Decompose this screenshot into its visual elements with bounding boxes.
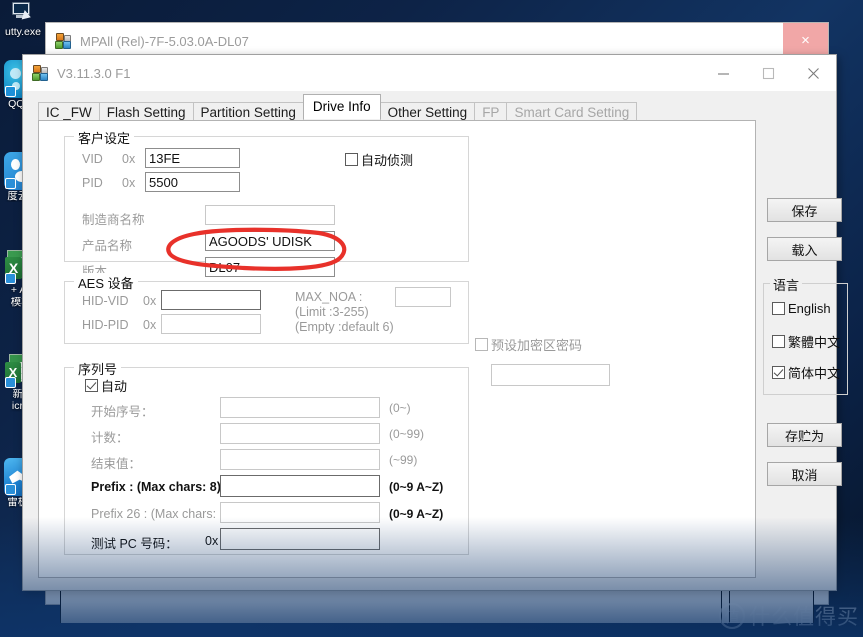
language-option-traditional-chinese[interactable]: 繁體中文: [772, 332, 840, 351]
serial-count-label: 计数：: [91, 431, 129, 445]
background-window-title: MPAll (Rel)-7F-5.03.0A-DL07: [80, 33, 249, 49]
window-body: IC _FW Flash Setting Partition Setting D…: [23, 91, 848, 590]
serial-prefix-input[interactable]: [220, 475, 380, 497]
serial-prefix26-hint: (0~9 A~Z): [389, 507, 444, 521]
watermark-logo: 值: [719, 603, 745, 629]
close-icon[interactable]: [791, 55, 836, 91]
desktop-icon-label: utty.exe: [5, 27, 41, 38]
max-noa-limit-hint: (Limit :3-255): [295, 305, 369, 319]
serial-end-input[interactable]: [220, 449, 380, 470]
serial-prefix26-label: Prefix 26 : (Max chars: 26): [91, 507, 238, 521]
preset-encryption-password-label: 预设加密区密码: [491, 338, 583, 353]
blocks-app-icon: [32, 65, 49, 81]
language-label: 繁體中文: [788, 335, 841, 350]
hid-pid-input[interactable]: [161, 314, 261, 334]
serial-count-hint: (0~99): [389, 427, 425, 441]
test-pc-number-input[interactable]: [220, 528, 380, 550]
vid-hex-prefix: 0x: [122, 152, 136, 166]
checkbox-box: [475, 338, 488, 351]
serial-auto-checkbox[interactable]: 自动: [85, 376, 127, 395]
hid-pid-label: HID-PID: [82, 318, 129, 332]
load-button[interactable]: 载入: [767, 237, 842, 261]
window-title: V3.11.3.0 F1: [57, 65, 131, 81]
tab-drive-info[interactable]: Drive Info: [302, 94, 381, 119]
tab-bar: IC _FW Flash Setting Partition Setting D…: [38, 94, 638, 123]
preset-encryption-password-input[interactable]: [491, 364, 610, 386]
vendor-name-label: 制造商名称: [82, 213, 145, 227]
watermark-text: 什么值得买: [749, 605, 859, 629]
vid-label: VID: [82, 152, 103, 166]
language-legend: 语言: [770, 275, 803, 294]
checkbox-box: [772, 366, 785, 379]
checkbox-box: [85, 379, 98, 392]
blocks-app-icon: [55, 33, 72, 49]
customer-settings-legend: 客户设定: [74, 128, 135, 147]
listview-column-separator: [729, 591, 730, 623]
auto-detect-label: 自动侦测: [361, 153, 414, 168]
checkbox-box: [772, 302, 785, 315]
save-as-button[interactable]: 存贮为: [767, 423, 842, 447]
language-group: 语言 English 繁體中文 简体中文: [763, 275, 848, 395]
serial-prefix-label: Prefix : (Max chars: 8): [91, 480, 221, 494]
serial-prefix-hint: (0~9 A~Z): [389, 480, 444, 494]
aes-device-group: AES 设备 HID-VID 0x HID-PID 0x MAX_NOA : (…: [64, 273, 469, 344]
vendor-name-input[interactable]: [205, 205, 335, 225]
test-pc-hex-prefix: 0x: [205, 534, 219, 548]
hid-vid-hex-prefix: 0x: [143, 294, 157, 308]
serial-start-hint: (0~): [389, 401, 411, 415]
minimize-icon[interactable]: [701, 55, 746, 91]
version-input[interactable]: DL07: [205, 257, 335, 277]
serial-end-label: 结束值：: [91, 457, 142, 471]
cancel-button[interactable]: 取消: [767, 462, 842, 486]
hid-vid-input[interactable]: [161, 290, 261, 310]
desktop-background: utty.exe QQ影 度云管 X + A4 模板( X: [0, 0, 863, 637]
product-name-label: 产品名称: [82, 239, 133, 253]
language-option-english[interactable]: English: [772, 301, 831, 316]
product-name-input[interactable]: AGOODS' UDISK: [205, 231, 335, 251]
pid-label: PID: [82, 176, 103, 190]
pid-input[interactable]: 5500: [145, 172, 240, 192]
max-noa-label: MAX_NOA :: [295, 290, 363, 304]
language-label: 简体中文: [788, 366, 841, 381]
serial-start-label: 开始序号：: [91, 405, 154, 419]
window-controls: [701, 55, 836, 91]
hid-pid-hex-prefix: 0x: [143, 318, 157, 332]
serial-number-group: 序列号 自动 开始序号： (0~) 计数： (0~99) 结束值： (~99) …: [64, 359, 469, 555]
serial-auto-label: 自动: [101, 379, 128, 394]
serial-end-hint: (~99): [389, 453, 418, 467]
putty-icon: [10, 2, 36, 26]
main-window-mpall-tool[interactable]: V3.11.3.0 F1 IC _FW Flash Setting Partit…: [22, 54, 848, 591]
background-listview[interactable]: [60, 591, 814, 623]
language-option-simplified-chinese[interactable]: 简体中文: [772, 363, 840, 382]
window-titlebar[interactable]: V3.11.3.0 F1: [23, 55, 836, 91]
vid-input[interactable]: 13FE: [145, 148, 240, 168]
serial-start-input[interactable]: [220, 397, 380, 418]
desktop-icon-putty[interactable]: utty.exe: [0, 2, 46, 38]
aes-device-legend: AES 设备: [74, 273, 138, 292]
checkbox-box: [772, 335, 785, 348]
serial-count-input[interactable]: [220, 423, 380, 444]
auto-detect-checkbox[interactable]: 自动侦测: [345, 150, 413, 169]
hid-vid-label: HID-VID: [82, 294, 129, 308]
background-listview-header: [60, 589, 814, 591]
background-window-close-button[interactable]: ×: [783, 23, 828, 58]
max-noa-input[interactable]: [395, 287, 451, 307]
max-noa-default-hint: (Empty :default 6): [295, 320, 394, 334]
listview-column-separator: [721, 591, 722, 623]
drive-info-panel: 客户设定 VID 0x 13FE PID 0x 5500 制造商名称 产品名称 …: [38, 120, 756, 578]
customer-settings-group: 客户设定 VID 0x 13FE PID 0x 5500 制造商名称 产品名称 …: [64, 128, 469, 279]
save-button[interactable]: 保存: [767, 198, 842, 222]
test-pc-number-label: 测试 PC 号码：: [91, 537, 178, 551]
checkbox-box: [345, 153, 358, 166]
preset-encryption-password-checkbox[interactable]: 预设加密区密码: [475, 335, 582, 354]
pid-hex-prefix: 0x: [122, 176, 136, 190]
watermark: 值 什么值得买: [719, 601, 859, 631]
maximize-icon[interactable]: [746, 55, 791, 91]
language-label: English: [788, 301, 831, 316]
serial-prefix26-input[interactable]: [220, 502, 380, 523]
